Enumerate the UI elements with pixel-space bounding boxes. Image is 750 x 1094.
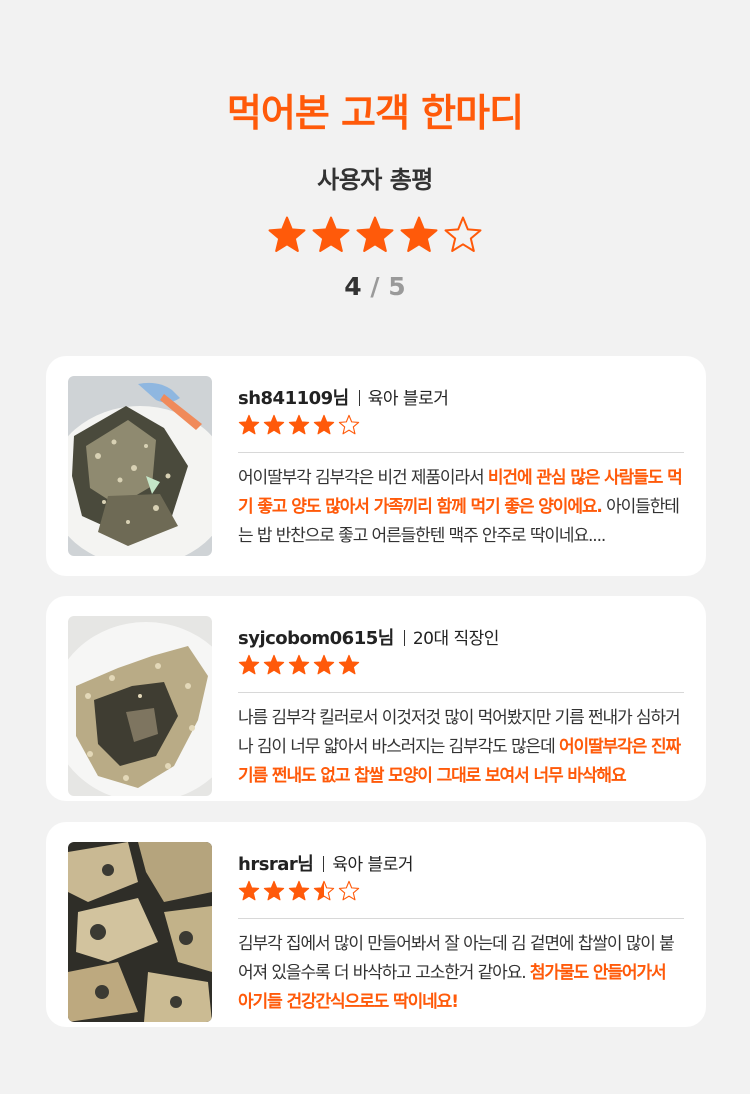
review-card: hrsrar님 육아 블로거 김부각 집에서 많이 만들어봐서 잘 아는데 김 겉… (46, 822, 706, 1027)
review-photo (68, 616, 212, 796)
review-role: 20대 직장인 (412, 629, 500, 649)
star-icon-half (313, 880, 335, 901)
meta-divider (323, 856, 325, 872)
meta-divider (403, 630, 405, 646)
review-username: sh841109님 (238, 388, 349, 409)
review-rating-stars (238, 414, 360, 436)
star-icon-empty (338, 880, 360, 901)
section-title: 먹어본 고객 한마디 (226, 91, 524, 135)
star-icon-full (313, 414, 335, 435)
overall-score: 4 / 5 (0, 272, 750, 301)
review-photo (68, 842, 212, 1022)
review-text: 김부각 집에서 많이 만들어봐서 잘 아는데 김 겉면에 찹쌀이 많이 붙어져 … (238, 930, 684, 1017)
star-icon-full (312, 216, 350, 252)
star-icon-full (238, 654, 260, 675)
star-icon-full (238, 880, 260, 901)
star-icon-full (263, 880, 285, 901)
star-icon-full (288, 414, 310, 435)
star-icon-full (238, 414, 260, 435)
review-divider (238, 918, 684, 919)
review-username: syjcobom0615님 (238, 628, 394, 649)
star-icon-empty (444, 216, 482, 252)
review-text: 나름 김부각 킬러로서 이것저것 많이 먹어봤지만 기름 쩐내가 심하거나 김이… (238, 704, 684, 791)
overall-rating-label: 사용자 총평 (317, 166, 433, 194)
overall-rating-stars (0, 215, 750, 255)
review-divider (238, 452, 684, 453)
review-role: 육아 블로거 (367, 389, 449, 409)
review-rating-stars (238, 654, 360, 676)
review-card: syjcobom0615님 20대 직장인 나름 김부각 킬러로서 이것저것 많이… (46, 596, 706, 801)
review-text-plain: 어이딸부각 김부각은 비건 제품이라서 (238, 468, 488, 488)
review-meta: sh841109님 육아 블로거 (238, 384, 449, 410)
score-max: 5 (388, 272, 406, 301)
review-meta: hrsrar님 육아 블로거 (238, 850, 413, 876)
star-icon-full (288, 654, 310, 675)
review-photo (68, 376, 212, 556)
star-icon-full (263, 414, 285, 435)
review-card: sh841109님 육아 블로거 어이딸부각 김부각은 비건 제품이라서 비건에 … (46, 356, 706, 576)
star-icon-empty (338, 414, 360, 435)
review-rating-stars (238, 880, 360, 902)
star-icon-full (356, 216, 394, 252)
star-icon-full (338, 654, 360, 675)
review-divider (238, 692, 684, 693)
review-username: hrsrar님 (238, 854, 314, 875)
score-separator: / (370, 272, 380, 301)
review-text: 어이딸부각 김부각은 비건 제품이라서 비건에 관심 많은 사람들도 먹기 좋고… (238, 464, 684, 551)
score-current: 4 (344, 272, 362, 301)
review-role: 육아 블로거 (332, 855, 413, 875)
star-icon-full (268, 216, 306, 252)
meta-divider (358, 390, 360, 406)
review-meta: syjcobom0615님 20대 직장인 (238, 624, 499, 650)
star-icon-full (400, 216, 438, 252)
star-icon-full (313, 654, 335, 675)
star-icon-full (288, 880, 310, 901)
star-icon-full (263, 654, 285, 675)
